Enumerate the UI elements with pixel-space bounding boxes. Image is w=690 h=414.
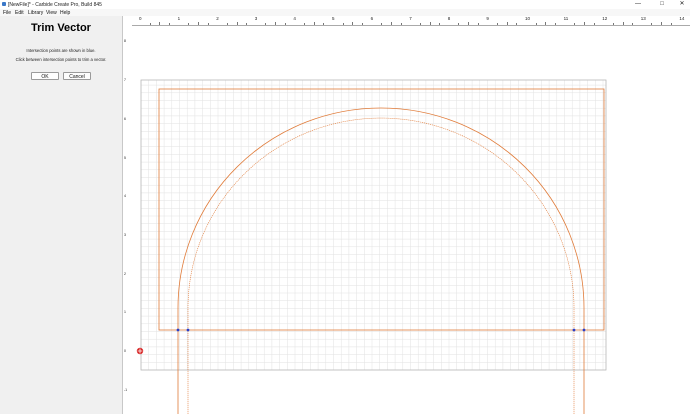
intersection-point — [176, 328, 180, 332]
app-icon — [2, 2, 6, 6]
intersection-point — [582, 328, 586, 332]
intersection-point — [572, 328, 576, 332]
origin-marker-icon — [136, 347, 144, 355]
canvas-drawing[interactable] — [123, 16, 690, 414]
instruction-text-2: Click between intersection points to tri… — [15, 57, 107, 62]
instruction-text-1: Intersection points are shown in blue. — [26, 48, 96, 53]
cancel-button[interactable]: Cancel — [63, 72, 91, 80]
window-title: [NewFile]* - Carbide Create Pro, Build 8… — [8, 1, 102, 8]
design-workspace[interactable]: 0 1 2 3 4 5 6 7 8 9 10 11 12 13 14 8 7 6 5 4 3 2 1 0 -1 — [123, 16, 690, 414]
outer-arc-vector[interactable] — [177, 107, 585, 414]
tool-panel: Trim Vector Intersection points are show… — [0, 16, 123, 414]
ok-button[interactable]: OK — [31, 72, 59, 80]
stock-grid — [140, 80, 606, 371]
intersection-point — [186, 328, 190, 332]
minimize-button[interactable]: — — [630, 0, 646, 9]
title-bar: [NewFile]* - Carbide Create Pro, Build 8… — [0, 0, 690, 9]
panel-title: Trim Vector — [31, 22, 91, 34]
maximize-button[interactable]: □ — [654, 0, 670, 9]
close-button[interactable]: ✕ — [674, 0, 690, 9]
